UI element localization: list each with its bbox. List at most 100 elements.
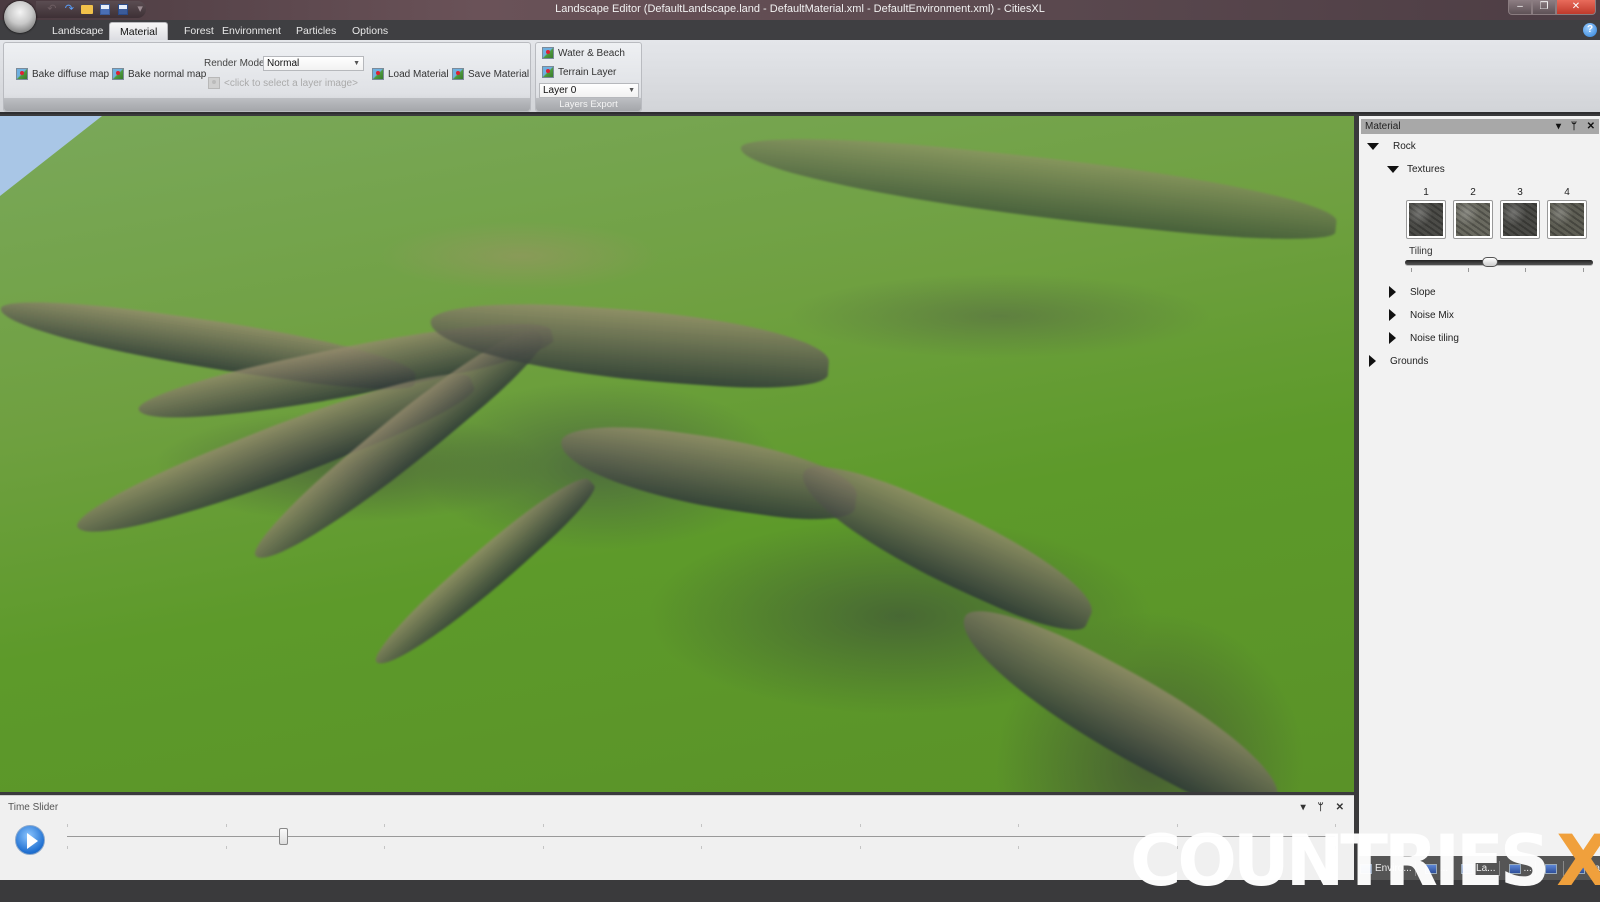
close-button[interactable]: ✕ (1556, 0, 1596, 15)
tree-node-textures[interactable]: Textures (1387, 164, 1445, 175)
rock-texture-thumbnail (1409, 203, 1443, 236)
panel-controls: ▾ ᛘ ✕ (1301, 802, 1344, 813)
docked-window-label: ... (1523, 863, 1532, 874)
tree-node-noise-mix[interactable]: Noise Mix (1389, 309, 1454, 321)
collapsed-arrow-icon (1389, 286, 1396, 298)
load-material-button[interactable]: Load Material (372, 68, 449, 80)
tiling-slider-thumb[interactable] (1481, 257, 1498, 267)
application-menu-button[interactable] (4, 1, 36, 33)
tiling-label: Tiling (1409, 246, 1433, 257)
tab-landscape[interactable]: Landscape (42, 22, 113, 40)
expanded-arrow-icon (1387, 166, 1399, 173)
docked-window-tab[interactable]: Enviro... (1357, 861, 1416, 876)
bake-diffuse-map-button[interactable]: Bake diffuse map (16, 68, 109, 80)
image-icon (208, 77, 220, 89)
help-icon[interactable]: ? (1583, 23, 1597, 37)
minimize-button[interactable]: – (1508, 0, 1532, 15)
chevron-down-icon: ▼ (353, 60, 360, 67)
image-icon (452, 68, 464, 80)
time-slider-tick (542, 824, 544, 827)
tab-options[interactable]: Options (342, 22, 398, 40)
slider-tick (1468, 268, 1469, 272)
ribbon: Bake diffuse map Bake normal map Render … (0, 40, 1600, 114)
tree-node-noise-tiling[interactable]: Noise tiling (1389, 332, 1459, 344)
render-mode-select[interactable]: Normal ▼ (263, 56, 364, 71)
terrain-layer-button[interactable]: Terrain Layer (542, 66, 616, 78)
texture-slot-3[interactable] (1500, 200, 1540, 239)
texture-slot-number: 4 (1564, 187, 1570, 198)
time-slider-thumb[interactable] (278, 828, 288, 845)
tab-material[interactable]: Material (109, 22, 169, 40)
tab-particles[interactable]: Particles (286, 22, 346, 40)
sky-background (0, 116, 102, 196)
play-button[interactable] (15, 825, 45, 855)
window-icon (1572, 863, 1585, 874)
terrain-ridge (736, 126, 1340, 249)
slider-tick (1411, 268, 1412, 272)
image-icon (112, 68, 124, 80)
expanded-arrow-icon (1367, 143, 1379, 150)
texture-slot-4[interactable] (1547, 200, 1587, 239)
time-slider-panel: Time Slider ▾ ᛘ ✕ (0, 795, 1354, 880)
panel-header: Material ▾ ᛘ ✕ (1361, 119, 1599, 134)
time-slider-tick (542, 846, 544, 849)
layer-image-selector[interactable]: <click to select a layer image> (208, 77, 358, 89)
slider-tick (1525, 268, 1526, 272)
panel-dropdown-icon[interactable]: ▾ (1301, 802, 1306, 813)
docked-window-tab[interactable]: La... (1458, 861, 1500, 876)
render-mode-label: Render Mode (204, 58, 265, 69)
docked-window-tab[interactable]: ... (1422, 861, 1453, 876)
docked-windows-bar: Enviro...... La...... Particles... (1357, 860, 1600, 877)
time-slider-track[interactable] (67, 836, 1335, 837)
window-icon (1424, 863, 1437, 874)
tree-node-rock[interactable]: Rock (1367, 141, 1416, 152)
docked-window-label: ... (1439, 863, 1449, 874)
bake-normal-map-button[interactable]: Bake normal map (112, 68, 206, 80)
time-slider-title: Time Slider (8, 802, 59, 813)
panel-dropdown-icon[interactable]: ▾ (1556, 119, 1561, 134)
time-slider-tick (1335, 824, 1336, 827)
texture-slot-2[interactable] (1453, 200, 1493, 239)
collapsed-arrow-icon (1389, 309, 1396, 321)
window-icon (1360, 863, 1372, 874)
rock-texture-thumbnail (1456, 203, 1490, 236)
time-slider-tick (859, 824, 861, 827)
time-slider-tick (1018, 824, 1019, 827)
layer-select[interactable]: Layer 0 ▼ (539, 83, 639, 98)
time-slider-tick (67, 846, 68, 849)
time-slider-tick (225, 846, 227, 849)
pin-icon[interactable]: ᛘ (1318, 802, 1324, 813)
time-slider-tick (1176, 846, 1178, 849)
image-icon (16, 68, 28, 80)
maximize-button[interactable]: ❐ (1532, 0, 1556, 15)
tree-node-grounds[interactable]: Grounds (1369, 355, 1428, 367)
save-material-button[interactable]: Save Material (452, 68, 529, 80)
image-icon (542, 66, 554, 78)
water-beach-button[interactable]: Water & Beach (542, 47, 625, 59)
time-slider-tick (384, 846, 385, 849)
docked-window-tab[interactable]: Particles... (1570, 861, 1600, 876)
time-slider-tick (859, 846, 861, 849)
close-icon[interactable]: ✕ (1336, 802, 1344, 813)
texture-slot-1[interactable] (1406, 200, 1446, 239)
collapsed-arrow-icon (1389, 332, 1396, 344)
tab-environment[interactable]: Environment (212, 22, 291, 40)
close-icon[interactable]: ✕ (1587, 119, 1595, 134)
rock-texture-thumbnail (1550, 203, 1584, 236)
chevron-down-icon: ▼ (628, 87, 635, 94)
time-slider-tick (1176, 824, 1178, 827)
tiling-slider-track[interactable] (1405, 260, 1593, 265)
docked-window-label: Enviro... (1375, 863, 1412, 874)
window-icon (1544, 863, 1557, 874)
terrain-viewport[interactable] (0, 116, 1354, 792)
docked-window-tab[interactable] (1542, 861, 1564, 876)
window-title: Landscape Editor (DefaultLandscape.land … (555, 3, 1045, 15)
slider-tick (1583, 268, 1584, 272)
rock-texture-thumbnail (1503, 203, 1537, 236)
window-icon (1508, 863, 1521, 874)
time-slider-tick (701, 846, 702, 849)
tree-node-slope[interactable]: Slope (1389, 286, 1436, 298)
pin-icon[interactable]: ᛘ (1571, 119, 1577, 134)
docked-window-label: La... (1476, 863, 1496, 874)
docked-window-tab[interactable]: ... (1506, 861, 1536, 876)
